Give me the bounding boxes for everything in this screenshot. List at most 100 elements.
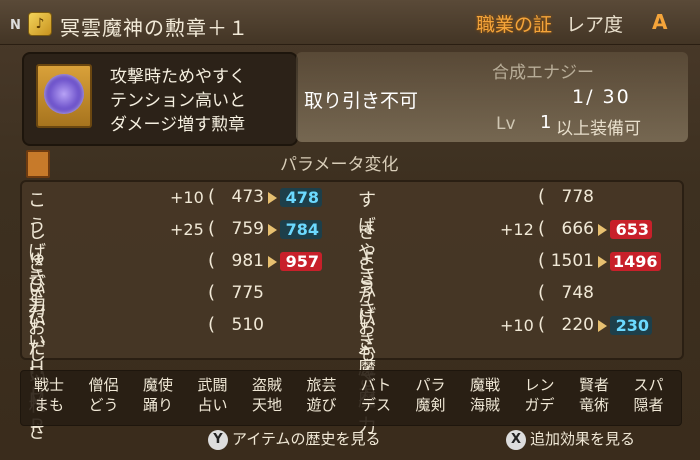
job-filter-item[interactable]: レン ガデ <box>518 375 562 415</box>
job-filter-item[interactable]: 僧侶 どう <box>82 375 126 415</box>
job-label-top: 僧侶 <box>88 376 119 394</box>
param-current: 981 <box>231 251 264 271</box>
book-icon[interactable] <box>26 150 50 178</box>
param-paren: ( <box>208 218 216 239</box>
rank-badge: N <box>10 18 21 33</box>
job-label-top: 魔使 <box>142 376 173 394</box>
extra-effect-button-label: 追加効果を見る <box>530 430 636 448</box>
job-filter-item[interactable]: 盗賊 天地 <box>245 375 289 415</box>
no-trade-label: 取り引き不可 <box>304 90 419 112</box>
job-filter-item[interactable]: バト デス <box>354 375 398 415</box>
param-new: 957 <box>280 252 322 271</box>
param-current: 510 <box>231 315 264 335</box>
job-proof-label: 職業の証 <box>476 14 553 36</box>
job-label-top: 賢者 <box>578 376 609 394</box>
level-label: Lv <box>496 114 516 134</box>
job-label-bottom: 占い <box>197 396 228 414</box>
job-filter-item[interactable]: スパ 隠者 <box>627 375 671 415</box>
job-label-bottom: まも <box>33 396 64 414</box>
item-name: 冥雲魔神の勲章＋１ <box>60 16 249 40</box>
param-current: 775 <box>231 283 264 303</box>
job-label-bottom: どう <box>88 396 119 414</box>
job-label-bottom: 天地 <box>251 396 282 414</box>
description-line-3: ダメージ増す勲章 <box>110 115 246 135</box>
rarity-value: A <box>652 10 668 34</box>
item-image-frame <box>36 64 92 128</box>
synth-energy-label: 合成エナジー <box>492 63 594 83</box>
param-paren: ( <box>538 314 546 335</box>
job-label-top: 武闘 <box>197 376 228 394</box>
param-new: 1496 <box>610 252 661 271</box>
param-paren: ( <box>538 282 546 303</box>
param-current: 759 <box>231 219 264 239</box>
job-filter-item[interactable]: 魔戦 海賊 <box>463 375 507 415</box>
param-current: 748 <box>561 283 594 303</box>
job-label-bottom: デス <box>360 396 391 414</box>
job-label-bottom: 海賊 <box>469 396 500 414</box>
param-arrow-icon <box>598 224 607 236</box>
description-line-2: テンション高いと <box>110 91 246 111</box>
job-label-top: 盗賊 <box>251 376 282 394</box>
job-label-bottom: 隠者 <box>633 396 664 414</box>
param-bonus: +25 <box>170 220 204 239</box>
job-label-bottom: 竜術 <box>578 396 609 414</box>
param-paren: ( <box>538 250 546 271</box>
param-new: 230 <box>610 316 652 335</box>
param-bonus: +12 <box>500 220 534 239</box>
item-type-icon: ♪ <box>28 12 52 36</box>
job-label-top: 旅芸 <box>306 376 337 394</box>
param-paren: ( <box>208 250 216 271</box>
job-filter-item[interactable]: 戦士 まも <box>27 375 71 415</box>
param-arrow-icon <box>268 224 277 236</box>
param-current: 1501 <box>550 251 594 271</box>
job-filter-item[interactable]: パラ 魔剣 <box>409 375 453 415</box>
param-arrow-icon <box>598 320 607 332</box>
extra-effect-button[interactable]: X 追加効果を見る <box>506 428 635 450</box>
param-paren: ( <box>208 186 216 207</box>
param-arrow-icon <box>598 256 607 268</box>
param-new: 653 <box>610 220 652 239</box>
job-filter-item[interactable]: 武闘 占い <box>191 375 235 415</box>
level-value: 1 <box>540 112 552 133</box>
job-label-bottom: ガデ <box>524 396 555 414</box>
param-paren: ( <box>208 282 216 303</box>
job-label-top: バト <box>360 376 392 394</box>
synth-energy-value: 1/ 30 <box>572 86 631 108</box>
y-button-icon: Y <box>208 429 228 450</box>
param-bonus: +10 <box>170 188 204 207</box>
history-button-label: アイテムの歴史を見る <box>232 430 381 448</box>
param-current: 666 <box>561 219 594 239</box>
job-label-bottom: 遊び <box>306 396 337 414</box>
param-current: 778 <box>561 187 594 207</box>
param-bonus: +10 <box>500 316 534 335</box>
description-line-1: 攻撃時ためやすく <box>110 67 246 87</box>
param-current: 473 <box>231 187 264 207</box>
jobs-bar: 戦士 まも 僧侶 どう 魔使 踊り 武闘 占い 盗賊 天地 旅芸 遊び バト デス パラ 魔剣 魔戦 海賊 レン ガデ… <box>20 370 682 426</box>
param-arrow-icon <box>268 256 277 268</box>
job-label-top: パラ <box>415 376 446 394</box>
job-label-top: レン <box>524 376 555 394</box>
header-bar: N ♪ 冥雲魔神の勲章＋１ 職業の証 レア度 A <box>0 0 700 45</box>
param-paren: ( <box>538 218 546 239</box>
param-new: 478 <box>280 188 322 207</box>
param-arrow-icon <box>268 192 277 204</box>
params-title: パラメータ変化 <box>280 155 399 175</box>
params-panel: こうげき力+10(473478しゅび力+25(759784さいだいＨＰ(9819… <box>20 180 684 443</box>
job-label-bottom: 踊り <box>142 396 173 414</box>
job-label-top: 戦士 <box>33 376 64 394</box>
job-label-top: スパ <box>633 376 664 394</box>
medal-gem-icon <box>44 74 84 114</box>
param-paren: ( <box>538 186 546 207</box>
job-filter-item[interactable]: 賢者 竜術 <box>572 375 616 415</box>
history-button[interactable]: Y アイテムの歴史を見る <box>208 428 381 450</box>
param-current: 220 <box>561 315 594 335</box>
level-requirement-suffix: 以上装備可 <box>556 119 641 139</box>
job-filter-item[interactable]: 旅芸 遊び <box>300 375 344 415</box>
rarity-label: レア度 <box>566 14 624 36</box>
item-detail-screen: N ♪ 冥雲魔神の勲章＋１ 職業の証 レア度 A 攻撃時ためやすく テンション高… <box>0 0 700 460</box>
job-label-bottom: 魔剣 <box>415 396 446 414</box>
x-button-icon: X <box>506 429 526 450</box>
job-filter-item[interactable]: 魔使 踊り <box>136 375 180 415</box>
param-new: 784 <box>280 220 322 239</box>
job-label-top: 魔戦 <box>469 376 500 394</box>
